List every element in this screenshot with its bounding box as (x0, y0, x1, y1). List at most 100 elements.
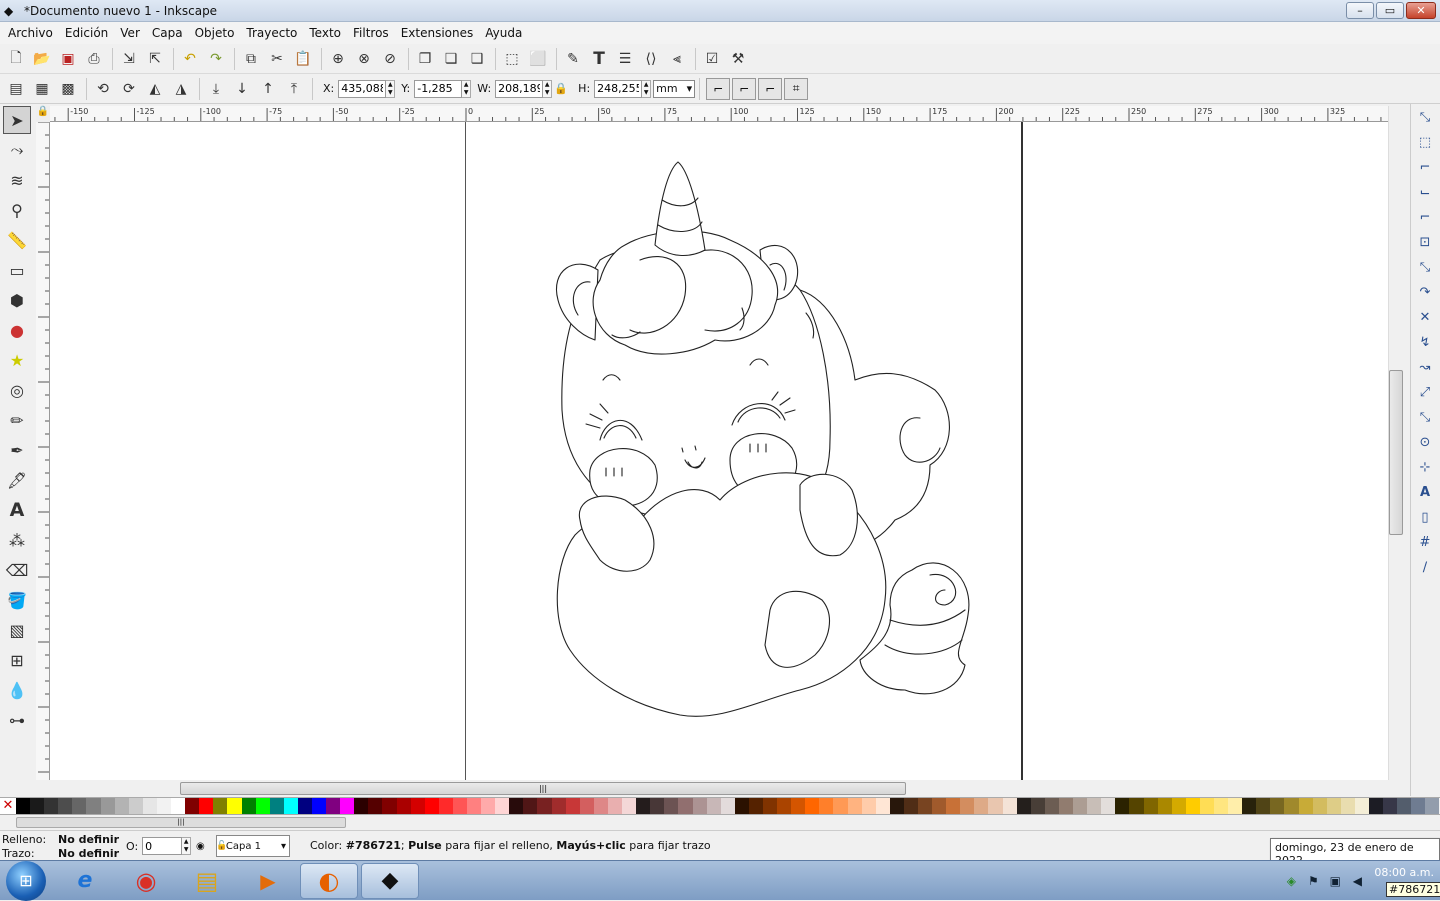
pen-tool-icon[interactable]: ✒ (3, 436, 31, 464)
menu-ayuda[interactable]: Ayuda (479, 26, 528, 40)
menu-archivo[interactable]: Archivo (2, 26, 59, 40)
palette-swatch[interactable] (551, 798, 566, 814)
gradient-tool-icon[interactable]: ▧ (3, 616, 31, 644)
volume-icon[interactable]: ◀ (1346, 874, 1368, 888)
palette-swatch[interactable] (467, 798, 482, 814)
snap-paths-icon[interactable]: ↷ (1413, 280, 1437, 304)
deselect-icon[interactable]: ▩ (56, 77, 80, 101)
flip-vertical-icon[interactable]: ◮ (169, 77, 193, 101)
palette-swatch[interactable] (762, 798, 778, 814)
snap-bbox-center-icon[interactable]: ⊡ (1413, 230, 1437, 254)
file-explorer-icon[interactable]: ▤ (178, 863, 236, 899)
palette-swatch[interactable] (579, 798, 594, 814)
eraser-tool-icon[interactable]: ⌫ (3, 556, 31, 584)
opacity-input[interactable] (142, 837, 183, 855)
menu-capa[interactable]: Capa (146, 26, 189, 40)
w-input[interactable] (495, 79, 544, 98)
palette-swatch[interactable] (283, 798, 298, 814)
move-gradients-toggle[interactable]: ⌐ (758, 77, 783, 100)
dropper-tool-icon[interactable]: 💧 (3, 676, 31, 704)
palette-swatch[interactable] (875, 798, 890, 814)
scale-corners-toggle[interactable]: ⌐ (732, 77, 757, 100)
palette-swatch[interactable] (777, 798, 792, 814)
snap-center-icon[interactable]: ⊙ (1413, 430, 1437, 454)
palette-swatch[interactable] (706, 798, 721, 814)
y-input[interactable] (414, 79, 463, 98)
mesh-tool-icon[interactable]: ⊞ (3, 646, 31, 674)
group-icon[interactable]: ⬚ (500, 47, 524, 71)
pencil-tool-icon[interactable]: ✏ (3, 406, 31, 434)
3d-box-tool-icon[interactable]: ⬢ (3, 286, 31, 314)
document-properties-icon[interactable]: ☑ (700, 47, 724, 71)
lock-guides-icon[interactable]: 🔒 (36, 106, 50, 122)
palette-swatch[interactable] (692, 798, 707, 814)
menu-texto[interactable]: Texto (303, 26, 347, 40)
x-input[interactable] (338, 79, 387, 98)
import-icon[interactable]: ⇲ (117, 47, 141, 71)
menu-extensiones[interactable]: Extensiones (395, 26, 480, 40)
snap-enable-icon[interactable]: ⤡ (1413, 105, 1437, 129)
text-font-icon[interactable]: T (587, 47, 611, 71)
palette-swatch[interactable] (1115, 798, 1130, 814)
palette-swatch[interactable] (1354, 798, 1369, 814)
unicorn-drawing[interactable] (50, 122, 1388, 780)
palette-swatch[interactable] (720, 798, 735, 814)
snap-bbox-midpoint-icon[interactable]: ⌐ (1413, 205, 1437, 229)
palette-swatch[interactable] (142, 798, 157, 814)
palette-swatch[interactable] (16, 798, 31, 814)
palette-swatch[interactable] (1002, 798, 1017, 814)
connector-tool-icon[interactable]: ⊶ (3, 706, 31, 734)
redo-icon[interactable]: ↷ (204, 47, 228, 71)
star-tool-icon[interactable]: ★ (3, 346, 31, 374)
palette-swatch[interactable] (199, 798, 214, 814)
palette-swatch[interactable] (156, 798, 172, 814)
rotate-ccw-icon[interactable]: ⟲ (91, 77, 115, 101)
palette-swatch[interactable] (607, 798, 623, 814)
palette-swatch[interactable] (30, 798, 45, 814)
palette-swatch[interactable] (1143, 798, 1158, 814)
flip-horizontal-icon[interactable]: ◭ (143, 77, 167, 101)
lower-bottom-icon[interactable]: ⤓ (204, 77, 228, 101)
palette-swatch[interactable] (396, 798, 411, 814)
snap-guide-icon[interactable]: ∕ (1413, 555, 1437, 579)
palette-swatch[interactable] (452, 798, 467, 814)
palette-swatch[interactable] (128, 798, 143, 814)
fill-stroke-indicator[interactable]: Relleno: No definir Trazo: No definir (2, 833, 119, 861)
opacity-spinner[interactable]: ▲ ▼ (182, 837, 192, 855)
palette-scroll-thumb[interactable]: ||| (16, 817, 346, 828)
text-tool-icon[interactable]: A (3, 496, 31, 524)
inkscape-taskbar-icon[interactable]: ◆ (361, 862, 419, 899)
vertical-scroll-thumb[interactable] (1389, 370, 1403, 535)
palette-swatch[interactable] (678, 798, 693, 814)
palette-swatch[interactable] (847, 798, 862, 814)
measure-tool-icon[interactable]: 📏 (3, 226, 31, 254)
snap-text-baseline-icon[interactable]: A (1413, 480, 1437, 504)
zoom-selection-icon[interactable]: ⊕ (326, 47, 350, 71)
snap-rotation-center-icon[interactable]: ⊹ (1413, 455, 1437, 479)
palette-swatch[interactable] (340, 798, 355, 814)
palette-swatch[interactable] (255, 798, 270, 814)
firefox-icon[interactable]: ◐ (300, 862, 358, 899)
palette-swatch[interactable] (326, 798, 341, 814)
fill-stroke-icon[interactable]: ✎ (561, 47, 585, 71)
palette-swatch[interactable] (1157, 798, 1172, 814)
palette-swatch[interactable] (1411, 798, 1426, 814)
palette-swatch[interactable] (932, 798, 947, 814)
zoom-drawing-icon[interactable]: ⊗ (352, 47, 376, 71)
palette-swatch[interactable] (1312, 798, 1327, 814)
close-button[interactable]: ✕ (1406, 2, 1436, 19)
copy-icon[interactable]: ⧉ (239, 47, 263, 71)
select-all-layers-icon[interactable]: ▦ (30, 77, 54, 101)
palette-swatch[interactable] (1171, 798, 1186, 814)
scale-stroke-toggle[interactable]: ⌐ (706, 77, 731, 100)
palette-swatch[interactable] (1016, 798, 1031, 814)
palette-swatch[interactable] (481, 798, 496, 814)
palette-swatch[interactable] (537, 798, 552, 814)
palette-swatch[interactable] (1030, 798, 1045, 814)
print-icon[interactable]: ⎙ (82, 47, 106, 71)
menu-ver[interactable]: Ver (114, 26, 146, 40)
rotate-cw-icon[interactable]: ⟳ (117, 77, 141, 101)
palette-swatch[interactable] (58, 798, 73, 814)
paste-icon[interactable]: 📋 (291, 47, 315, 71)
palette-swatch[interactable] (1242, 798, 1257, 814)
